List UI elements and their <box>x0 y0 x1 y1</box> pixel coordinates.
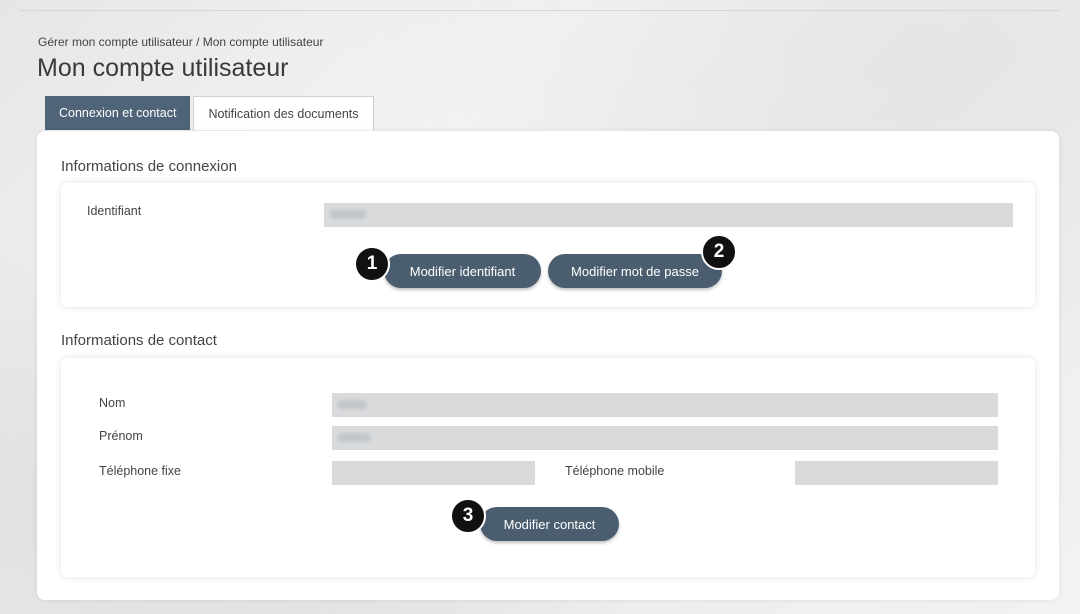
tel-mobile-field[interactable] <box>795 461 998 485</box>
top-divider <box>20 10 1060 11</box>
step-badge-1: 1 <box>354 246 390 282</box>
modify-contact-button[interactable]: Modifier contact <box>480 507 619 541</box>
identifiant-label: Identifiant <box>87 204 142 218</box>
step-badge-2: 2 <box>701 234 737 270</box>
tel-mobile-label: Téléphone mobile <box>565 464 665 478</box>
breadcrumb[interactable]: Gérer mon compte utilisateur / Mon compt… <box>38 35 323 49</box>
identifiant-field[interactable] <box>324 203 1013 227</box>
prenom-field[interactable] <box>332 426 998 450</box>
nom-field[interactable] <box>332 393 998 417</box>
modify-identifiant-button[interactable]: Modifier identifiant <box>384 254 541 288</box>
login-section-title: Informations de connexion <box>61 158 237 175</box>
step-badge-3: 3 <box>450 498 486 534</box>
blurred-value <box>338 433 370 442</box>
nom-label: Nom <box>99 396 126 410</box>
blurred-value <box>330 210 366 219</box>
blurred-value <box>338 400 366 409</box>
tab-bar: Connexion et contact Notification des do… <box>45 96 374 130</box>
contact-section-title: Informations de contact <box>61 332 217 349</box>
prenom-label: Prénom <box>99 429 143 443</box>
tel-fixe-field[interactable] <box>332 461 535 485</box>
page-title: Mon compte utilisateur <box>37 54 289 82</box>
modify-password-button[interactable]: Modifier mot de passe <box>548 254 722 288</box>
account-panel: Informations de connexion Identifiant Mo… <box>37 131 1059 600</box>
tab-connexion-contact[interactable]: Connexion et contact <box>45 96 191 130</box>
contact-info-card: Nom Prénom Téléphone fixe Téléphone mobi… <box>61 358 1035 577</box>
login-info-card: Identifiant Modifier identifiant Modifie… <box>61 183 1035 307</box>
tel-fixe-label: Téléphone fixe <box>99 464 182 478</box>
tab-notification-documents[interactable]: Notification des documents <box>193 96 374 130</box>
